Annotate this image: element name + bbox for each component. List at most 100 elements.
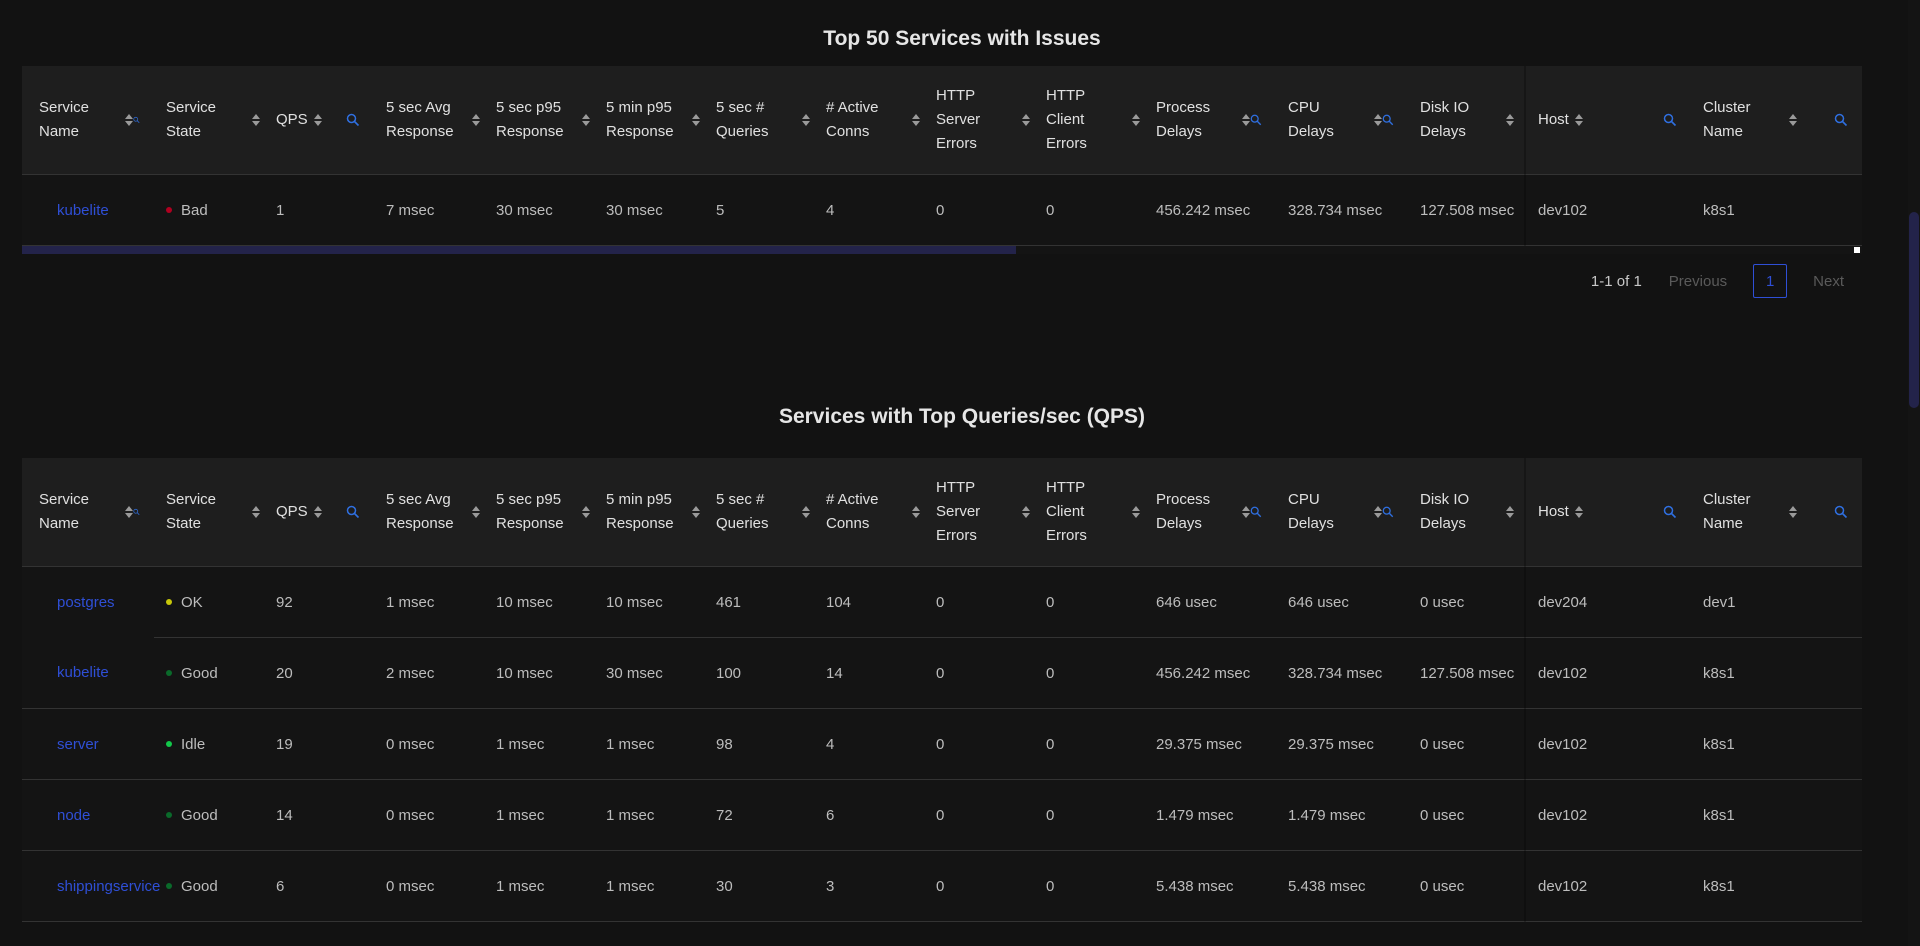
- sort-descending-icon[interactable]: [313, 513, 322, 518]
- search-icon[interactable]: [346, 505, 360, 519]
- sort-descending-icon[interactable]: [582, 513, 590, 518]
- sort-icon[interactable]: [125, 506, 133, 518]
- column-header-avg5s[interactable]: 5 sec Avg Response: [374, 66, 484, 175]
- sort-icon[interactable]: [912, 506, 920, 518]
- sort-ascending-icon[interactable]: [252, 114, 260, 119]
- column-header-qps[interactable]: QPS: [264, 458, 374, 567]
- sort-descending-icon[interactable]: [1506, 121, 1514, 126]
- sort-ascending-icon[interactable]: [1506, 506, 1514, 511]
- sort-descending-icon[interactable]: [472, 121, 480, 126]
- sort-icon[interactable]: [802, 506, 810, 518]
- sort-ascending-icon[interactable]: [912, 114, 920, 119]
- sort-ascending-icon[interactable]: [252, 506, 260, 511]
- sort-descending-icon[interactable]: [1242, 121, 1250, 126]
- vertical-scrollbar[interactable]: [1908, 0, 1920, 946]
- column-header-avg5s[interactable]: 5 sec Avg Response: [374, 458, 484, 567]
- sort-descending-icon[interactable]: [1132, 513, 1140, 518]
- sort-icon[interactable]: [1242, 506, 1250, 518]
- column-header-cliErr[interactable]: HTTP Client Errors: [1034, 66, 1144, 175]
- sort-descending-icon[interactable]: [1132, 121, 1140, 126]
- sort-ascending-icon[interactable]: [313, 114, 322, 119]
- column-header-p95_5s[interactable]: 5 sec p95 Response: [484, 458, 594, 567]
- sort-descending-icon[interactable]: [1574, 121, 1583, 126]
- column-header-p95_5m[interactable]: 5 min p95 Response: [594, 66, 704, 175]
- service-name-link[interactable]: postgres: [57, 594, 115, 611]
- sort-ascending-icon[interactable]: [1132, 114, 1140, 119]
- sort-icon[interactable]: [1789, 114, 1797, 126]
- search-icon[interactable]: [1663, 505, 1677, 519]
- sort-icon[interactable]: [1374, 506, 1382, 518]
- sort-icon[interactable]: [912, 114, 920, 126]
- sort-descending-icon[interactable]: [912, 121, 920, 126]
- sort-ascending-icon[interactable]: [125, 506, 133, 511]
- sort-ascending-icon[interactable]: [692, 114, 700, 119]
- column-header-procDelay[interactable]: Process Delays: [1144, 458, 1276, 567]
- sort-descending-icon[interactable]: [1022, 121, 1030, 126]
- sort-ascending-icon[interactable]: [1242, 114, 1250, 119]
- search-icon[interactable]: [1663, 113, 1677, 127]
- sort-descending-icon[interactable]: [1374, 121, 1382, 126]
- sort-icon[interactable]: [1789, 506, 1797, 518]
- sort-icon[interactable]: [1022, 114, 1030, 126]
- horizontal-scrollbar-thumb[interactable]: [22, 246, 1016, 254]
- sort-ascending-icon[interactable]: [1374, 506, 1382, 511]
- column-header-cliErr[interactable]: HTTP Client Errors: [1034, 458, 1144, 567]
- sort-ascending-icon[interactable]: [912, 506, 920, 511]
- column-header-srvErr[interactable]: HTTP Server Errors: [924, 66, 1034, 175]
- sort-descending-icon[interactable]: [1789, 121, 1797, 126]
- search-icon[interactable]: [133, 113, 140, 127]
- sort-icon[interactable]: [125, 114, 133, 126]
- column-header-name[interactable]: Service Name: [22, 66, 154, 175]
- service-name-link[interactable]: kubelite: [57, 664, 109, 681]
- service-name-link[interactable]: kubelite: [57, 202, 109, 219]
- search-icon[interactable]: [346, 113, 360, 127]
- sort-icon[interactable]: [582, 114, 590, 126]
- search-icon[interactable]: [1382, 505, 1394, 519]
- sort-icon[interactable]: [1374, 114, 1382, 126]
- sort-icon[interactable]: [313, 506, 322, 518]
- column-header-host[interactable]: Host: [1526, 66, 1691, 175]
- sort-icon[interactable]: [1574, 114, 1583, 126]
- sort-icon[interactable]: [1506, 506, 1514, 518]
- sort-descending-icon[interactable]: [1242, 513, 1250, 518]
- sort-ascending-icon[interactable]: [1022, 114, 1030, 119]
- sort-ascending-icon[interactable]: [125, 114, 133, 119]
- sort-ascending-icon[interactable]: [692, 506, 700, 511]
- sort-descending-icon[interactable]: [252, 121, 260, 126]
- service-name-link[interactable]: shippingservice: [57, 878, 160, 895]
- sort-icon[interactable]: [692, 114, 700, 126]
- sort-descending-icon[interactable]: [125, 121, 133, 126]
- sort-descending-icon[interactable]: [252, 513, 260, 518]
- sort-ascending-icon[interactable]: [1789, 114, 1797, 119]
- sort-ascending-icon[interactable]: [1132, 506, 1140, 511]
- sort-descending-icon[interactable]: [1506, 513, 1514, 518]
- column-header-host[interactable]: Host: [1526, 458, 1691, 567]
- sort-icon[interactable]: [1242, 114, 1250, 126]
- sort-descending-icon[interactable]: [1574, 513, 1583, 518]
- search-icon[interactable]: [1250, 113, 1262, 127]
- sort-ascending-icon[interactable]: [1574, 506, 1583, 511]
- sort-ascending-icon[interactable]: [1022, 506, 1030, 511]
- sort-icon[interactable]: [802, 114, 810, 126]
- sort-icon[interactable]: [252, 506, 260, 518]
- column-header-state[interactable]: Service State: [154, 458, 264, 567]
- column-header-state[interactable]: Service State: [154, 66, 264, 175]
- sort-ascending-icon[interactable]: [802, 114, 810, 119]
- sort-ascending-icon[interactable]: [1506, 114, 1514, 119]
- column-header-name[interactable]: Service Name: [22, 458, 154, 567]
- sort-descending-icon[interactable]: [802, 513, 810, 518]
- sort-icon[interactable]: [313, 114, 322, 126]
- sort-icon[interactable]: [1574, 506, 1583, 518]
- sort-descending-icon[interactable]: [802, 121, 810, 126]
- previous-page-button[interactable]: Previous: [1669, 273, 1727, 290]
- search-icon[interactable]: [1382, 113, 1394, 127]
- sort-ascending-icon[interactable]: [1789, 506, 1797, 511]
- sort-ascending-icon[interactable]: [1242, 506, 1250, 511]
- horizontal-scrollbar[interactable]: [22, 246, 1862, 254]
- sort-ascending-icon[interactable]: [1374, 114, 1382, 119]
- sort-descending-icon[interactable]: [313, 121, 322, 126]
- sort-icon[interactable]: [1022, 506, 1030, 518]
- sort-icon[interactable]: [1506, 114, 1514, 126]
- sort-descending-icon[interactable]: [1374, 513, 1382, 518]
- sort-ascending-icon[interactable]: [582, 114, 590, 119]
